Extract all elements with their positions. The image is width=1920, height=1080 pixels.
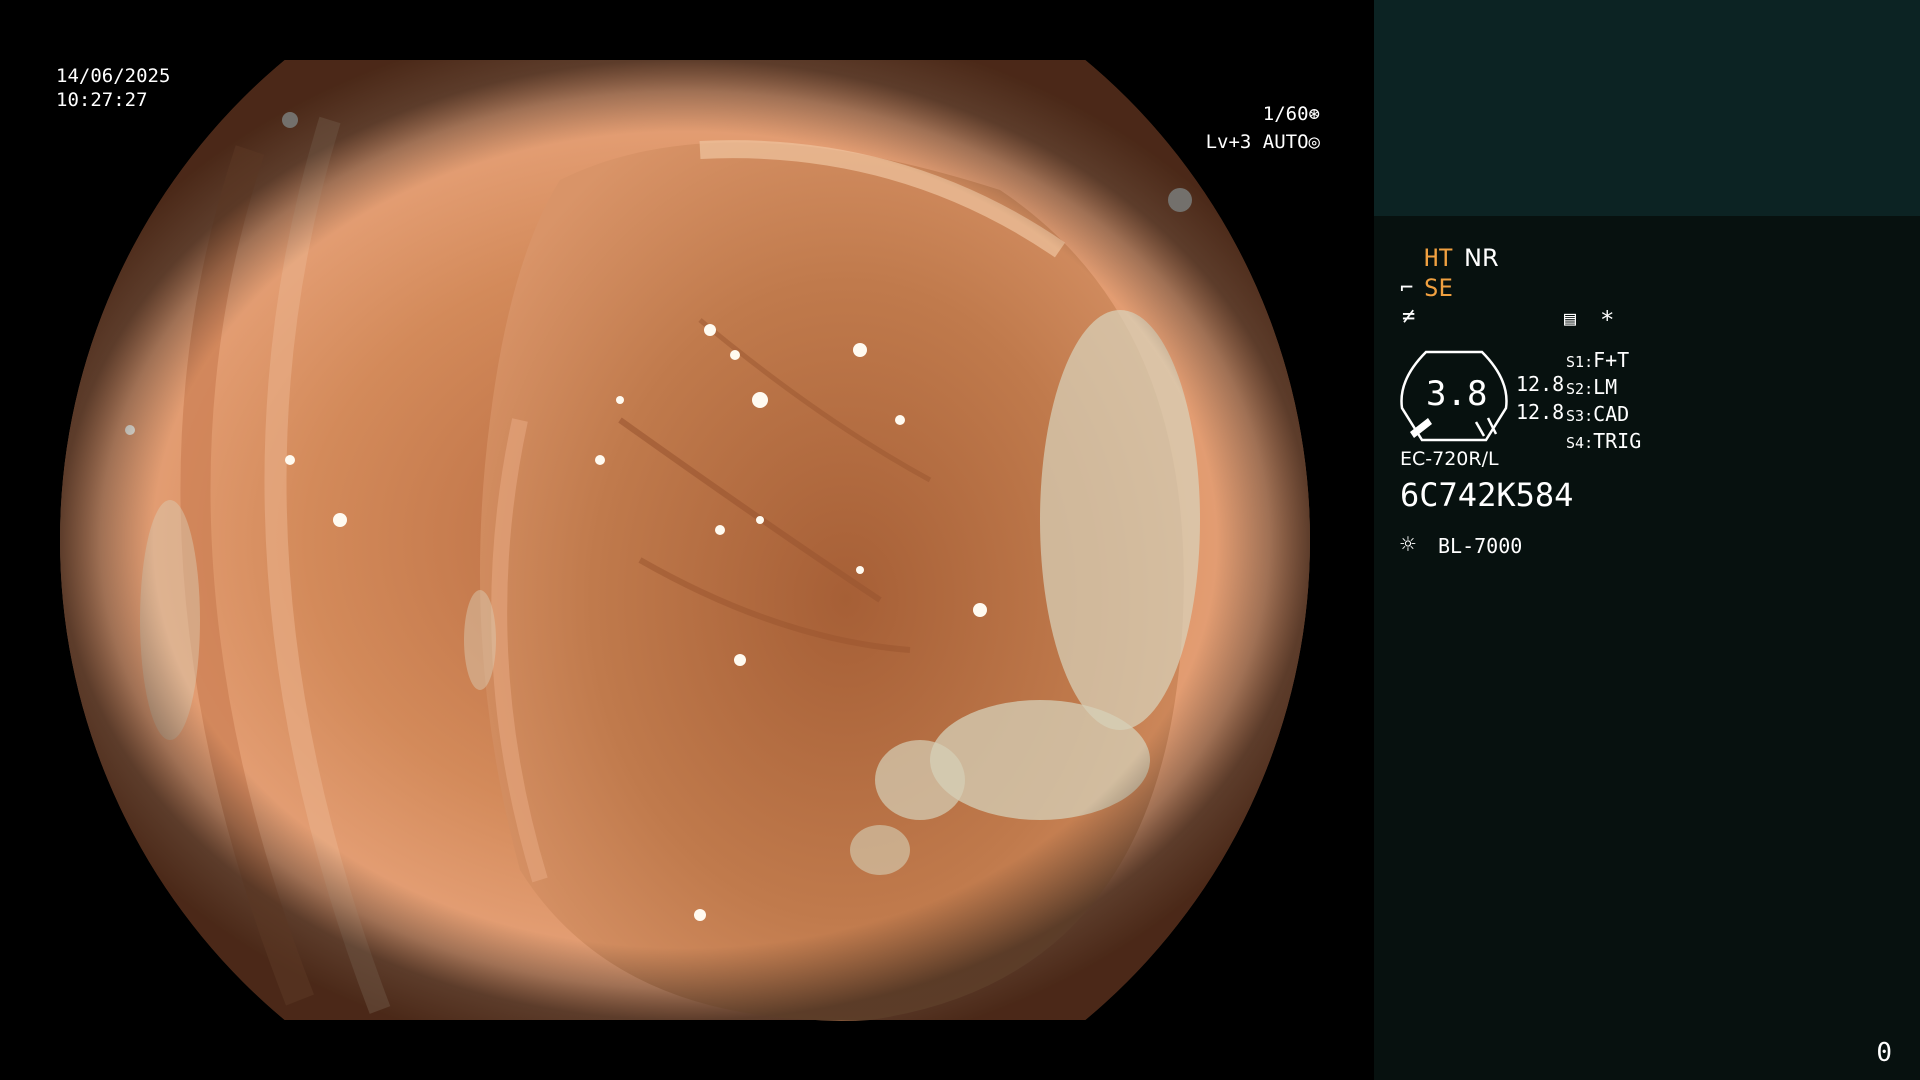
signal-icon: ≠: [1402, 304, 1416, 329]
switch-row: S1:F+T: [1566, 348, 1630, 372]
time-text: 10:27:27: [56, 89, 148, 111]
light-source-icon: ☼: [1400, 530, 1416, 560]
endoscope-view: 14/06/2025 10:27:27 1/60⊛ Lv+3 AUTO◎: [0, 0, 1374, 1080]
switch-row: S2:LM: [1566, 375, 1618, 399]
iris-row: Lv+3 AUTO◎: [1195, 128, 1320, 156]
switch-key: S1: [1566, 353, 1585, 371]
switch-value: CAD: [1593, 402, 1630, 426]
asterisk-indicator: *: [1600, 306, 1615, 334]
iris-mode: AUTO: [1262, 131, 1309, 153]
shutter-speed: 1/60: [1262, 103, 1309, 125]
switch-value: TRIG: [1593, 429, 1642, 453]
switch-key: S4: [1566, 434, 1585, 452]
endoscopy-image: [0, 0, 1374, 1080]
switch-row: S4:TRIG: [1566, 429, 1642, 453]
switch-value: F+T: [1593, 348, 1630, 372]
switch-key: S3: [1566, 407, 1585, 425]
date-text: 14/06/2025: [56, 65, 171, 87]
frame-counter: 0: [1876, 1038, 1892, 1068]
switch-row: S3:CAD: [1566, 402, 1630, 426]
info-panel: HT NR ⌐ SE ≠ ▤ * 3.8 12.8 12.8 S1:F+T S2…: [1374, 0, 1920, 1080]
se-indicator: SE: [1424, 274, 1453, 302]
scope-model: EC-720R/L: [1400, 448, 1499, 470]
nr-indicator: NR: [1464, 244, 1499, 272]
enhance-icon: ⌐: [1400, 276, 1414, 301]
light-source-model: BL-7000: [1438, 534, 1523, 558]
shutter-icon: ⊛: [1308, 103, 1320, 125]
scope-serial: 6C742K584: [1400, 476, 1574, 514]
brightness-level: Lv+3: [1205, 131, 1252, 153]
gauge-value: 3.8: [1426, 374, 1488, 414]
info-panel-header: [1374, 0, 1920, 216]
switch-value: LM: [1593, 375, 1618, 399]
exposure-overlay: 1/60⊛ Lv+3 AUTO◎: [1195, 100, 1320, 156]
ht-indicator: HT: [1424, 244, 1453, 272]
switch-list: S1:F+T S2:LM S3:CAD S4:TRIG: [1566, 348, 1641, 456]
switch-key: S2: [1566, 380, 1585, 398]
date-time-overlay: 14/06/2025 10:27:27: [56, 64, 170, 112]
value-a: 12.8: [1516, 372, 1565, 396]
iris-icon: ◎: [1308, 131, 1320, 153]
value-b: 12.8: [1516, 400, 1565, 424]
menu-icon: ▤: [1564, 306, 1577, 330]
shutter-row: 1/60⊛: [1195, 100, 1320, 128]
